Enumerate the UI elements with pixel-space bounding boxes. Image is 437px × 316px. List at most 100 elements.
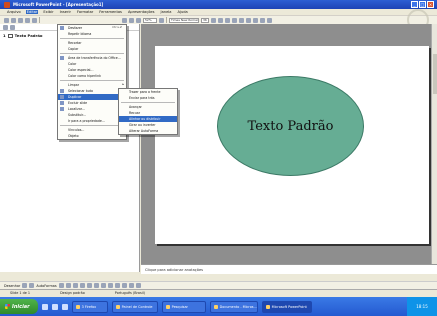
clock: 18:15 [416, 304, 428, 309]
insert-table-icon[interactable] [122, 17, 127, 23]
window-controls: _ □ × [411, 1, 434, 8]
menu-item[interactable]: Editar [25, 10, 39, 14]
menu-item[interactable]: Ajuda [176, 10, 188, 14]
menu-item[interactable]: Apresentações [127, 10, 156, 14]
notes-placeholder: Clique para adicionar anotações [145, 268, 204, 272]
new-icon[interactable] [4, 17, 9, 23]
font-color-icon[interactable] [121, 283, 127, 288]
separator [166, 17, 167, 23]
submenu-item[interactable]: Alterar AutoForma [119, 128, 177, 134]
submenu-item[interactable]: Enviar para trás [119, 95, 177, 101]
taskbar-item[interactable]: Documento - Micros... [209, 300, 258, 313]
grid-icon[interactable] [136, 17, 141, 23]
zoom-field[interactable]: 52% [143, 17, 157, 23]
menu-item-goto[interactable]: Ir para a propriedade... [58, 118, 126, 124]
draw-menu[interactable]: Desenhar [4, 284, 20, 288]
menu-item[interactable]: Exibir [42, 10, 54, 14]
windows-logo-icon [5, 304, 10, 309]
shadow-icon[interactable] [232, 17, 237, 23]
rotate-icon[interactable] [29, 283, 35, 288]
underline-icon[interactable] [225, 17, 230, 23]
tab-slides[interactable] [10, 24, 15, 30]
menu-item[interactable]: Formatar [76, 10, 94, 14]
close-icon[interactable]: × [427, 1, 434, 8]
tab-outline[interactable] [3, 24, 8, 30]
line-color-icon[interactable] [114, 283, 120, 288]
shortcut: Ctrl+Z [112, 25, 122, 29]
preview-icon[interactable] [32, 17, 37, 23]
taskbar-item[interactable]: Microsoft PowerPoint [261, 300, 312, 313]
status-bar: Slide 1 de 1 Design padrão Português (Br… [0, 289, 437, 296]
select-arrow-icon[interactable] [22, 283, 28, 288]
maximize-icon[interactable]: □ [419, 1, 426, 8]
quicklaunch-media-icon[interactable] [61, 303, 68, 310]
start-button[interactable]: Iniciar [0, 299, 38, 314]
undo-icon [60, 26, 64, 30]
wordart-icon[interactable] [93, 283, 99, 288]
powerpoint-icon [4, 1, 10, 8]
menu-item[interactable]: Ferramentas [98, 10, 123, 14]
insert-chart-icon[interactable] [129, 17, 134, 23]
taskbar-item[interactable]: Painel de Controle [111, 300, 158, 313]
status-slide: Slide 1 de 1 [10, 291, 31, 295]
open-icon[interactable] [11, 17, 16, 23]
window-title: Microsoft PowerPoint - [Apresentação1] [13, 2, 104, 7]
slide-canvas[interactable]: Texto Padrão [155, 46, 429, 244]
shadow-style-icon[interactable] [128, 283, 134, 288]
bold-icon[interactable] [211, 17, 216, 23]
separator [39, 17, 40, 23]
menu-separator [60, 125, 124, 126]
drawing-toolbar: Desenhar AutoFormas [0, 281, 437, 289]
menu-item-copy[interactable]: Copiar [58, 46, 126, 52]
notes-pane[interactable]: Clique para adicionar anotações [141, 264, 437, 274]
clipart-icon[interactable] [100, 283, 106, 288]
print-icon[interactable] [25, 17, 30, 23]
menu-item-repeat[interactable]: Repetir Idioma [58, 31, 126, 37]
font-name-field[interactable]: Times New Roman [169, 17, 199, 23]
oval-icon[interactable] [79, 283, 85, 288]
autoshapes-menu[interactable]: AutoFormas [36, 284, 56, 288]
menu-item[interactable]: Janela [160, 10, 173, 14]
arrow-icon[interactable] [65, 283, 71, 288]
align-center-icon[interactable] [246, 17, 251, 23]
font-size-field[interactable]: 36 [201, 17, 209, 23]
search-icon [165, 304, 170, 309]
menu-separator [121, 102, 175, 103]
edit-menu: Desfazer Ctrl+Z Repetir Idioma Recortar C… [57, 24, 127, 140]
taskbar: Iniciar 3 Firefox Painel de Controle Pes… [0, 297, 437, 316]
clipboard-icon [60, 56, 64, 60]
quicklaunch-browser-icon[interactable] [41, 303, 48, 310]
scroll-thumb[interactable] [433, 54, 437, 94]
textbox-icon[interactable] [86, 283, 92, 288]
font-color-icon[interactable] [267, 17, 272, 23]
italic-icon[interactable] [218, 17, 223, 23]
submenu-arrow-icon: ▸ [122, 82, 124, 86]
save-icon[interactable] [18, 17, 23, 23]
select-all-icon [60, 89, 64, 93]
fill-color-icon[interactable] [107, 283, 113, 288]
menu-item[interactable]: Inserir [59, 10, 72, 14]
ellipse-shape[interactable]: Texto Padrão [217, 76, 364, 176]
taskbar-item[interactable]: 3 Firefox [71, 300, 108, 313]
taskbar-item[interactable]: Pesquisar [161, 300, 206, 313]
line-icon[interactable] [58, 283, 64, 288]
align-left-icon[interactable] [239, 17, 244, 23]
slide-icon [7, 33, 13, 38]
bullets-icon[interactable] [260, 17, 265, 23]
menu-separator [60, 38, 124, 39]
vertical-scrollbar[interactable] [431, 24, 437, 264]
shape-text[interactable]: Texto Padrão [248, 119, 334, 134]
quicklaunch-desktop-icon[interactable] [51, 303, 58, 310]
3d-style-icon[interactable] [135, 283, 141, 288]
title-bar: Microsoft PowerPoint - [Apresentação1] _… [0, 0, 437, 9]
find-icon [60, 107, 64, 111]
menu-item-paste-hyperlink[interactable]: Colar como hiperlink [58, 73, 126, 79]
help-icon[interactable] [159, 17, 164, 23]
menu-item-object[interactable]: Objeto [58, 133, 126, 139]
powerpoint-task-icon [265, 304, 270, 309]
menu-item[interactable]: Arquivo [6, 10, 22, 14]
delete-icon [60, 101, 64, 105]
align-right-icon[interactable] [253, 17, 258, 23]
rectangle-icon[interactable] [72, 283, 78, 288]
minimize-icon[interactable]: _ [411, 1, 418, 8]
